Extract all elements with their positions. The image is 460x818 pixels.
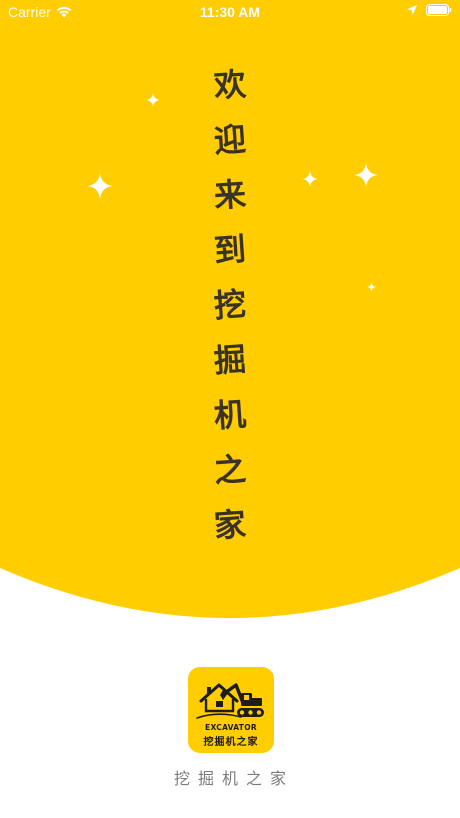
welcome-char: 机 (212, 394, 248, 436)
welcome-char: 掘 (212, 339, 248, 381)
sparkle-icon (87, 173, 113, 199)
sparkle-icon (367, 282, 376, 292)
logo-chinese-text: 挖掘机之家 (203, 737, 259, 748)
app-name-caption: 挖掘机之家 (173, 769, 294, 788)
welcome-char: 迎 (212, 119, 248, 161)
welcome-char: 来 (212, 174, 248, 216)
welcome-char: 家 (212, 504, 248, 546)
battery-icon (426, 4, 452, 16)
location-arrow-icon (406, 4, 418, 16)
welcome-calligraphy: 欢 迎 来 到 挖 掘 机 之 家 (200, 58, 260, 553)
splash-screen: Carrier 11:30 AM 欢 迎 来 到 挖 掘 机 之 家 EXCAV… (0, 0, 460, 818)
status-right-group (406, 4, 452, 16)
status-time: 11:30 AM (199, 4, 261, 20)
sparkle-icon (146, 93, 160, 107)
sparkle-icon (302, 171, 318, 187)
logo-english-text: EXCAVATOR (205, 723, 257, 732)
welcome-char: 到 (212, 229, 248, 271)
status-bar: Carrier 11:30 AM (0, 0, 460, 24)
sparkle-icon (354, 163, 378, 187)
excavator-house-icon (196, 683, 264, 719)
welcome-char: 之 (212, 449, 248, 491)
welcome-char: 欢 (212, 64, 248, 106)
app-logo: EXCAVATOR 挖掘机之家 (188, 667, 274, 753)
welcome-char: 挖 (212, 284, 248, 326)
